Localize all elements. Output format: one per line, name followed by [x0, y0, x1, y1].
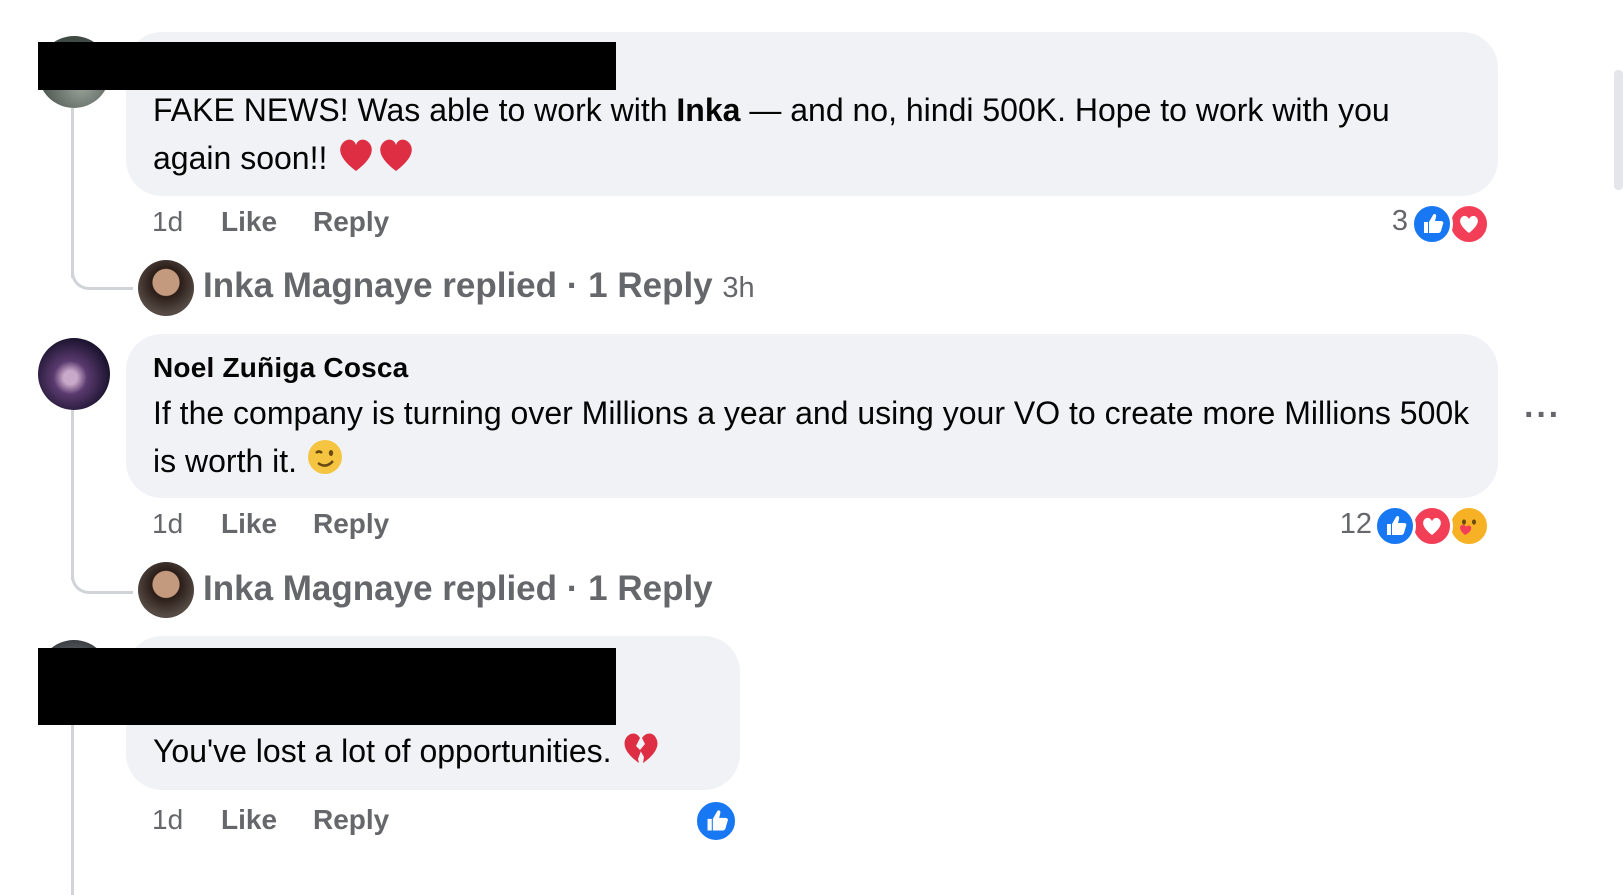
winking-face-icon: [306, 438, 344, 489]
redaction-bar: [38, 648, 616, 725]
commenter-avatar[interactable]: [38, 338, 110, 410]
reaction-count[interactable]: 12: [1320, 508, 1372, 541]
mention-link[interactable]: Inka: [676, 92, 740, 128]
view-replies-link[interactable]: Inka Magnaye replied · 1 Reply: [203, 569, 713, 609]
comment-text: If the company is turning over Millions …: [153, 389, 1473, 489]
comment-actions: 1d Like Reply: [0, 206, 700, 246]
thread-connector: [71, 566, 133, 594]
comment-author[interactable]: Noel Zuñiga Cosca: [153, 352, 408, 384]
thread-connector: [71, 262, 133, 290]
comment-timestamp[interactable]: 1d: [152, 206, 183, 238]
view-replies-link[interactable]: Inka Magnaye replied · 1 Reply 3h: [203, 266, 755, 306]
comment-timestamp[interactable]: 1d: [152, 508, 183, 540]
scrollbar[interactable]: [1614, 70, 1623, 190]
like-button[interactable]: Like: [221, 508, 277, 540]
reaction-count[interactable]: 3: [1360, 205, 1408, 238]
like-button[interactable]: Like: [221, 804, 277, 836]
thread-line: [71, 410, 74, 580]
reply-timestamp: 3h: [722, 272, 755, 304]
love-icon: [1411, 505, 1453, 547]
comment-timestamp[interactable]: 1d: [152, 804, 183, 836]
more-options-button[interactable]: ···: [1524, 396, 1561, 435]
red-heart-icon: [336, 134, 416, 187]
comment-actions: 1d Like Reply: [0, 804, 700, 844]
redaction-bar: [38, 42, 616, 90]
thread-line: [71, 108, 74, 278]
reply-button[interactable]: Reply: [313, 206, 389, 238]
love-icon: [1448, 203, 1490, 245]
replier-avatar[interactable]: [138, 562, 194, 618]
like-button[interactable]: Like: [221, 206, 277, 238]
broken-heart-icon: [620, 727, 662, 780]
comment-text: You've lost a lot of opportunities.: [153, 727, 733, 780]
comment-actions: 1d Like Reply: [0, 508, 700, 548]
like-icon: [694, 799, 738, 843]
care-icon: [1448, 505, 1490, 547]
reply-button[interactable]: Reply: [313, 804, 389, 836]
like-icon: [1374, 505, 1416, 547]
replier-avatar[interactable]: [138, 260, 194, 316]
reply-button[interactable]: Reply: [313, 508, 389, 540]
comment-text: FAKE NEWS! Was able to work with Inka — …: [153, 86, 1473, 187]
like-icon: [1411, 203, 1453, 245]
